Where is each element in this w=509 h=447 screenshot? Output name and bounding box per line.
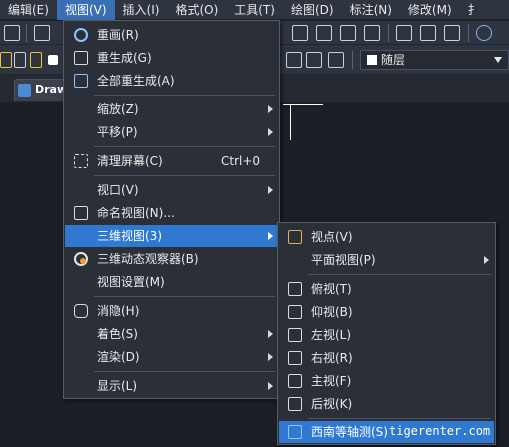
submenu-item-viewpoint[interactable]: 视点(V): [279, 226, 494, 248]
menu-separator: [308, 418, 491, 419]
menu-item-shade[interactable]: 着色(S): [65, 323, 278, 345]
submenu-item-front-view[interactable]: 主视(F): [279, 370, 494, 392]
regen-icon: [74, 51, 88, 65]
right-view-icon: [288, 351, 302, 365]
clean-screen-icon: [74, 154, 88, 168]
menu-extend[interactable]: 扌: [460, 0, 488, 20]
submenu-item-right-view[interactable]: 右视(R): [279, 347, 494, 369]
sw-isometric-icon: [288, 425, 302, 439]
shortcut-label: Ctrl+0: [221, 154, 261, 168]
view-menu: 重画(R) 重生成(G) 全部重生成(A) 缩放(Z) 平移(P) 清理屏幕(C…: [63, 20, 280, 399]
chevron-right-icon: [268, 232, 273, 240]
menu-item-redraw[interactable]: 重画(R): [65, 24, 278, 46]
toolbar-divider: [352, 51, 353, 69]
pan-hand-icon[interactable]: [292, 25, 308, 41]
chevron-right-icon: [268, 186, 273, 194]
menu-item-3d-orbit[interactable]: 三维动态观察器(B): [65, 248, 278, 270]
menu-edit[interactable]: 编辑(E): [0, 0, 57, 20]
hide-icon: [74, 304, 88, 318]
menu-tools[interactable]: 工具(T): [226, 0, 283, 20]
menu-item-named-views[interactable]: 命名视图(N)...: [65, 202, 278, 224]
sun-icon[interactable]: [0, 52, 12, 68]
toolbar-divider: [26, 24, 27, 42]
color-combo[interactable]: 随层: [360, 50, 509, 70]
menu-separator: [94, 146, 275, 147]
menu-separator: [94, 175, 275, 176]
menu-item-3d-views[interactable]: 三维视图(3): [65, 225, 278, 247]
chevron-right-icon: [268, 330, 273, 338]
menu-insert[interactable]: 插入(I): [115, 0, 168, 20]
left-view-icon: [288, 328, 302, 342]
menu-item-pan[interactable]: 平移(P): [65, 121, 278, 143]
color-swatch: [367, 55, 377, 65]
toolbar-divider: [468, 24, 469, 42]
menu-view[interactable]: 视图(V): [56, 0, 115, 20]
menu-item-clean-screen[interactable]: 清理屏幕(C) Ctrl+0: [65, 150, 278, 172]
submenu-item-back-view[interactable]: 后视(K): [279, 393, 494, 415]
top-view-icon: [288, 282, 302, 296]
lock-icon[interactable]: [30, 52, 42, 68]
menu-dimension[interactable]: 标注(N): [342, 0, 400, 20]
color-combo-value: 随层: [381, 53, 406, 67]
layer-manager-icon[interactable]: [328, 52, 344, 68]
menu-separator: [94, 296, 275, 297]
back-view-icon: [288, 397, 302, 411]
dwg-file-icon: [18, 84, 31, 97]
menu-item-render[interactable]: 渲染(D): [65, 346, 278, 368]
submenu-item-left-view[interactable]: 左视(L): [279, 324, 494, 346]
zoom-realtime-icon[interactable]: [316, 25, 332, 41]
viewpoint-icon: [288, 230, 302, 244]
redraw-icon: [74, 28, 88, 42]
front-view-icon: [288, 374, 302, 388]
chevron-right-icon: [268, 128, 273, 136]
document-icon[interactable]: [444, 25, 460, 41]
menu-draw[interactable]: 绘图(D): [283, 0, 342, 20]
chevron-right-icon: [268, 353, 273, 361]
chevron-right-icon: [268, 382, 273, 390]
grid-icon[interactable]: [420, 25, 436, 41]
layer-freeze-icon[interactable]: [14, 52, 26, 68]
color-swatch-icon: [48, 55, 58, 65]
submenu-item-plan-view[interactable]: 平面视图(P): [279, 249, 494, 271]
menu-format[interactable]: 格式(O): [167, 0, 226, 20]
menu-separator: [308, 274, 491, 275]
watermark: tigerenter.com: [389, 424, 491, 438]
zoom-window-icon[interactable]: [340, 25, 356, 41]
submenu-item-top-view[interactable]: 俯视(T): [279, 278, 494, 300]
bottom-view-icon: [288, 305, 302, 319]
toolbar-divider: [388, 24, 389, 42]
layer-previous-icon[interactable]: [306, 52, 322, 68]
zoom-previous-icon[interactable]: [364, 25, 380, 41]
regen-all-icon: [74, 74, 88, 88]
crosshair-vertical: [290, 104, 291, 140]
chevron-right-icon: [268, 105, 273, 113]
menu-item-zoom[interactable]: 缩放(Z): [65, 98, 278, 120]
crosshair-horizontal: [283, 104, 323, 105]
menu-separator: [94, 95, 275, 96]
layer-state-icon[interactable]: [286, 52, 302, 68]
menu-bar: 编辑(E) 视图(V) 插入(I) 格式(O) 工具(T) 绘图(D) 标注(N…: [0, 0, 509, 20]
menu-item-regen-all[interactable]: 全部重生成(A): [65, 70, 278, 92]
calculator-icon[interactable]: [396, 25, 412, 41]
menu-item-view-settings[interactable]: 视图设置(M): [65, 271, 278, 293]
menu-separator: [94, 371, 275, 372]
menu-item-hide[interactable]: 消隐(H): [65, 300, 278, 322]
chevron-down-icon: [494, 57, 502, 63]
3d-orbit-icon: [74, 252, 88, 266]
menu-item-display[interactable]: 显示(L): [65, 375, 278, 397]
menu-item-viewports[interactable]: 视口(V): [65, 179, 278, 201]
save-icon[interactable]: [4, 25, 20, 41]
named-view-icon: [74, 206, 88, 220]
submenu-item-bottom-view[interactable]: 仰视(B): [279, 301, 494, 323]
print-icon[interactable]: [34, 25, 50, 41]
menu-item-regen[interactable]: 重生成(G): [65, 47, 278, 69]
chevron-right-icon: [484, 256, 489, 264]
3d-views-submenu: 视点(V) 平面视图(P) 俯视(T) 仰视(B) 左视(L) 右视(R) 主视…: [277, 222, 496, 445]
menu-modify[interactable]: 修改(M): [400, 0, 460, 20]
help-icon[interactable]: [476, 25, 492, 41]
